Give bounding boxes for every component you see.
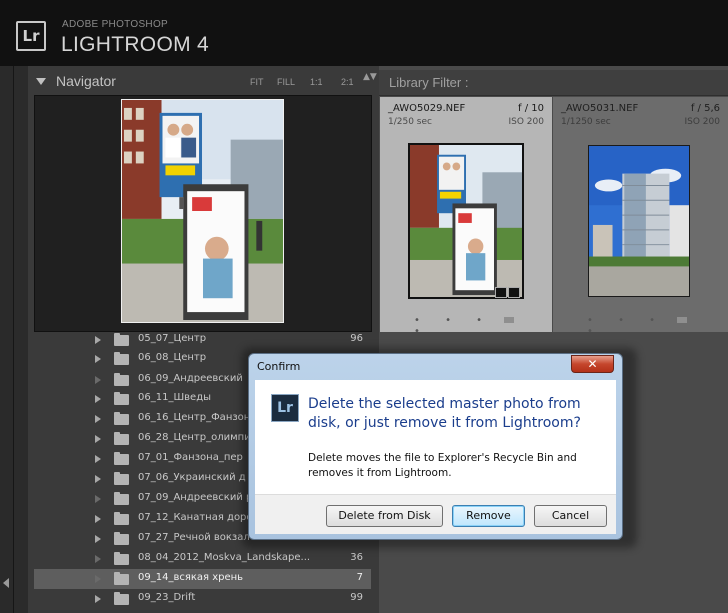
photo-aperture: f / 5,6 (690, 103, 720, 114)
cancel-button[interactable]: Cancel (534, 505, 607, 527)
photo-shutter: 1/1250 sec (561, 117, 611, 127)
expand-triangle-icon (95, 376, 101, 384)
expand-triangle-icon[interactable] (95, 336, 101, 344)
folder-row[interactable]: 05_07_Центр 96 (34, 330, 371, 350)
folder-icon (114, 532, 129, 545)
folder-icon (114, 492, 129, 505)
expand-triangle-icon (95, 495, 101, 503)
folder-label: 08_04_2012_Moskva_Landskape... (138, 552, 311, 563)
zoom-fill-button[interactable]: FILL (277, 77, 295, 87)
folder-label: 09_14_всякая хрень (138, 572, 244, 583)
photo-filename: _AWO5029.NEF (388, 103, 466, 114)
folder-label: 07_09_Андреевский р (138, 492, 253, 503)
folder-label: 06_08_Центр (138, 352, 207, 363)
folder-icon (114, 333, 129, 346)
library-filter-bar[interactable]: Library Filter : (379, 70, 728, 96)
dialog-title: Confirm (257, 360, 301, 373)
dialog-footer: Delete from Disk Remove Cancel (255, 494, 616, 534)
dialog-message: Delete moves the file to Explorer's Recy… (308, 452, 577, 479)
folder-icon (114, 472, 129, 485)
folder-label: 06_09_Андреевский (138, 373, 243, 384)
crop-badge-icon (495, 287, 507, 298)
photo-filename: _AWO5031.NEF (561, 103, 639, 114)
folder-icon (114, 432, 129, 445)
folder-label: 07_27_Речной вокзал (138, 532, 250, 543)
photo-iso: ISO 200 (508, 117, 545, 127)
folder-icon (114, 552, 129, 565)
photo-thumbnail[interactable] (408, 143, 524, 299)
expand-triangle-icon[interactable] (95, 395, 101, 403)
folder-row-selected[interactable]: 09_14_всякая хрень 7 (34, 569, 371, 589)
expand-triangle-icon (95, 555, 101, 563)
folder-icon (114, 412, 129, 425)
brand-title: LIGHTROOM 4 (61, 33, 209, 56)
folder-label: 07_01_Фанзона_пер (138, 452, 243, 463)
library-filter-label: Library Filter : (389, 75, 469, 90)
folder-label: 06_16_Центр_Фанзон (138, 412, 251, 423)
expand-triangle-icon[interactable] (95, 455, 101, 463)
close-icon: ✕ (587, 357, 598, 371)
zoom-fit-button[interactable]: FIT (250, 77, 264, 87)
zoom-2to1-button[interactable]: 2:1 (341, 77, 354, 87)
navigator-photo[interactable] (121, 99, 284, 323)
pick-flag-icon[interactable] (677, 317, 687, 323)
folder-icon (114, 392, 129, 405)
dialog-close-button[interactable]: ✕ (571, 355, 614, 373)
folder-row[interactable]: 09_23_Drift 99 (34, 589, 371, 609)
expand-triangle-icon[interactable] (95, 595, 101, 603)
navigator-header[interactable]: Navigator FIT FILL 1:1 2:1 ▲▼ (28, 70, 379, 94)
dialog-heading: Delete the selected master photo from di… (308, 396, 581, 431)
remove-button[interactable]: Remove (452, 505, 525, 527)
pick-flag-icon[interactable] (504, 317, 514, 323)
expand-triangle-icon[interactable] (95, 415, 101, 423)
folder-icon (114, 373, 129, 386)
folder-icon (114, 572, 129, 585)
folder-icon (114, 352, 129, 365)
folder-count: 99 (350, 592, 363, 603)
zoom-1to1-button[interactable]: 1:1 (310, 77, 323, 87)
rating-dots[interactable]: • • • • • (414, 315, 552, 337)
expand-triangle-icon[interactable] (95, 515, 101, 523)
expand-triangle-icon (95, 575, 101, 583)
left-panel-collapse-strip[interactable] (0, 66, 14, 613)
folder-row[interactable]: 08_04_2012_Moskva_Landskape... 36 (34, 549, 371, 569)
folder-label: 06_11_Шведы (138, 392, 211, 403)
thumbnail-badges (494, 283, 520, 302)
folder-count: 7 (356, 572, 363, 583)
lightroom-logo-icon: Lr (16, 21, 46, 51)
folder-count: 36 (350, 552, 363, 563)
navigator-title: Navigator (56, 73, 116, 89)
rating-dots[interactable]: • • • • • (587, 315, 728, 337)
confirm-dialog: Confirm ✕ Lr Delete the selected master … (248, 353, 623, 540)
photo-aperture: f / 10 (518, 103, 544, 114)
brand-subtitle: ADOBE PHOTOSHOP (62, 19, 169, 30)
collapse-triangle-icon[interactable] (36, 78, 46, 85)
folder-label: 09_23_Drift (138, 592, 196, 603)
expand-triangle-icon[interactable] (95, 355, 101, 363)
expand-triangle-icon[interactable] (95, 435, 101, 443)
expand-triangle-icon[interactable] (95, 535, 101, 543)
photo-thumbnail[interactable] (588, 145, 690, 297)
expand-triangle-icon[interactable] (95, 475, 101, 483)
folder-label: 05_07_Центр (138, 333, 207, 344)
left-panel-toggle-icon[interactable] (3, 578, 9, 588)
dialog-body: Lr Delete the selected master photo from… (255, 380, 616, 494)
develop-badge-icon (508, 287, 520, 298)
folder-label: 07_12_Канатная доро (138, 512, 253, 523)
lightroom-app-icon: Lr (271, 394, 299, 422)
folder-icon (114, 452, 129, 465)
folder-icon (114, 592, 129, 605)
folder-count: 96 (350, 333, 363, 344)
delete-from-disk-button[interactable]: Delete from Disk (326, 505, 443, 527)
folder-label: 07_06_Украинский д (138, 472, 246, 483)
folder-label: 06_28_Центр_олимпи (138, 432, 251, 443)
folder-icon (114, 512, 129, 525)
photo-iso: ISO 200 (684, 117, 721, 127)
zoom-stepper-icon[interactable]: ▲▼ (363, 73, 377, 82)
top-branding-bar: Lr ADOBE PHOTOSHOP LIGHTROOM 4 (0, 0, 728, 66)
photo-shutter: 1/250 sec (388, 117, 432, 127)
left-panel-gutter (14, 66, 28, 613)
